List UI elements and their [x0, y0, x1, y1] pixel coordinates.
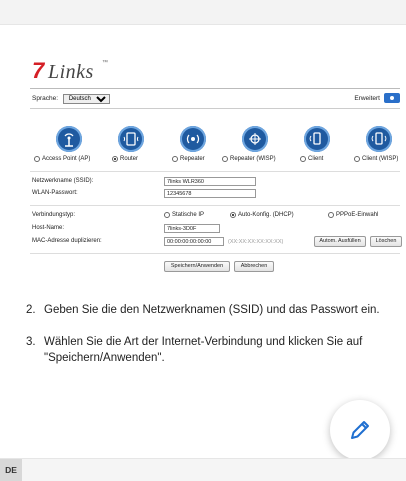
client-icon[interactable] — [304, 126, 330, 152]
divider — [30, 253, 400, 254]
radio-dot — [172, 156, 178, 162]
wlan-password-label: WLAN-Passwort: — [32, 190, 78, 196]
language-select[interactable]: Deutsch — [62, 94, 110, 104]
host-name-label: Host-Name: — [32, 225, 65, 231]
delete-button[interactable]: Löschen — [370, 236, 402, 247]
cancel-button[interactable]: Abbrechen — [234, 261, 274, 272]
mode-radio-client[interactable]: Client — [300, 156, 323, 162]
router-config-screenshot: 7 Links ™ Sprache: Deutsch Erweitert Acc… — [22, 52, 406, 282]
radio-dot — [34, 156, 40, 162]
wisp-icon[interactable] — [242, 126, 268, 152]
router-icon[interactable] — [118, 126, 144, 152]
mode-icons-row — [32, 126, 404, 152]
mode-label: Client (WISP) — [362, 156, 399, 162]
ssid-label: Netzwerkname (SSID): — [32, 178, 94, 184]
conn-radio-pppoe[interactable]: PPPoE-Einwahl — [328, 212, 378, 218]
mode-label: Repeater — [180, 156, 205, 162]
divider — [30, 88, 400, 89]
host-name-input[interactable]: 7links-3D0F — [164, 224, 220, 233]
access-point-icon[interactable] — [56, 126, 82, 152]
mac-hint: (XX:XX:XX:XX:XX:XX) — [228, 239, 284, 245]
ssid-input[interactable]: 7links WLR360 — [164, 177, 256, 186]
step-number: 2. — [26, 304, 36, 316]
radio-dot — [300, 156, 306, 162]
bottom-bar: DE — [0, 458, 406, 481]
mode-radio-repeater[interactable]: Repeater — [172, 156, 205, 162]
save-apply-button[interactable]: Speichern/Anwenden — [164, 261, 230, 272]
radio-dot — [222, 156, 228, 162]
mac-input[interactable]: 00:00:00:00:00:00 — [164, 237, 224, 246]
connection-type-label: Verbindungstyp: — [32, 212, 76, 218]
step-text: Wählen Sie die Art der Internet-Verbindu… — [44, 336, 363, 348]
wlan-password-input[interactable]: 12345678 — [164, 189, 256, 198]
logo-tm: ™ — [102, 60, 108, 66]
mode-label: Access Point (AP) — [42, 156, 91, 162]
mode-label: Client — [308, 156, 324, 162]
logo-seven: 7 — [32, 58, 45, 83]
conn-radio-dhcp[interactable]: Auto-Konfig. (DHCP) — [230, 212, 294, 218]
radio-dot — [230, 212, 236, 218]
mac-label: MAC-Adresse duplizieren: — [32, 238, 102, 244]
divider — [30, 205, 400, 206]
mode-radio-router[interactable]: Router — [112, 156, 138, 162]
client-wisp-icon[interactable] — [366, 126, 392, 152]
mode-radio-row: Access Point (AP) Router Repeater Repeat… — [32, 156, 404, 166]
advanced-label: Erweitert — [354, 95, 380, 102]
conn-label: Auto-Konfig. (DHCP) — [238, 212, 294, 218]
conn-label: PPPoE-Einwahl — [336, 212, 379, 218]
language-row: Sprache: Deutsch — [32, 94, 110, 104]
radio-dot — [328, 212, 334, 218]
mode-radio-repeater-wisp[interactable]: Repeater (WISP) — [222, 156, 276, 162]
step-text: "Speichern/Anwenden". — [44, 352, 165, 364]
divider — [30, 171, 400, 172]
repeater-icon[interactable] — [180, 126, 206, 152]
logo-text: Links — [48, 61, 94, 83]
mode-label: Router — [120, 156, 139, 162]
step-text: Geben Sie die den Netzwerknamen (SSID) u… — [44, 304, 380, 316]
pencil-icon — [351, 421, 369, 439]
divider — [30, 108, 400, 109]
language-label: Sprache: — [32, 95, 59, 102]
language-code-badge[interactable]: DE — [0, 459, 22, 481]
radio-dot — [354, 156, 360, 162]
mode-radio-client-wisp[interactable]: Client (WISP) — [354, 156, 398, 162]
7links-logo: 7 Links ™ — [32, 58, 122, 86]
radio-dot — [164, 212, 170, 218]
autofill-button[interactable]: Autom. Ausfüllen — [314, 236, 366, 247]
instruction-step-2: 2. Geben Sie die den Netzwerknamen (SSID… — [26, 302, 406, 318]
edit-fab-button[interactable] — [330, 400, 390, 460]
step-number: 3. — [26, 336, 36, 348]
conn-label: Statische IP — [172, 212, 205, 218]
mode-radio-ap[interactable]: Access Point (AP) — [34, 156, 90, 162]
advanced-toggle[interactable] — [384, 93, 400, 103]
instruction-step-3: 3. Wählen Sie die Art der Internet-Verbi… — [26, 334, 406, 366]
conn-radio-static[interactable]: Statische IP — [164, 212, 204, 218]
radio-dot — [112, 156, 118, 162]
mode-label: Repeater (WISP) — [230, 156, 276, 162]
top-bar — [0, 0, 406, 25]
